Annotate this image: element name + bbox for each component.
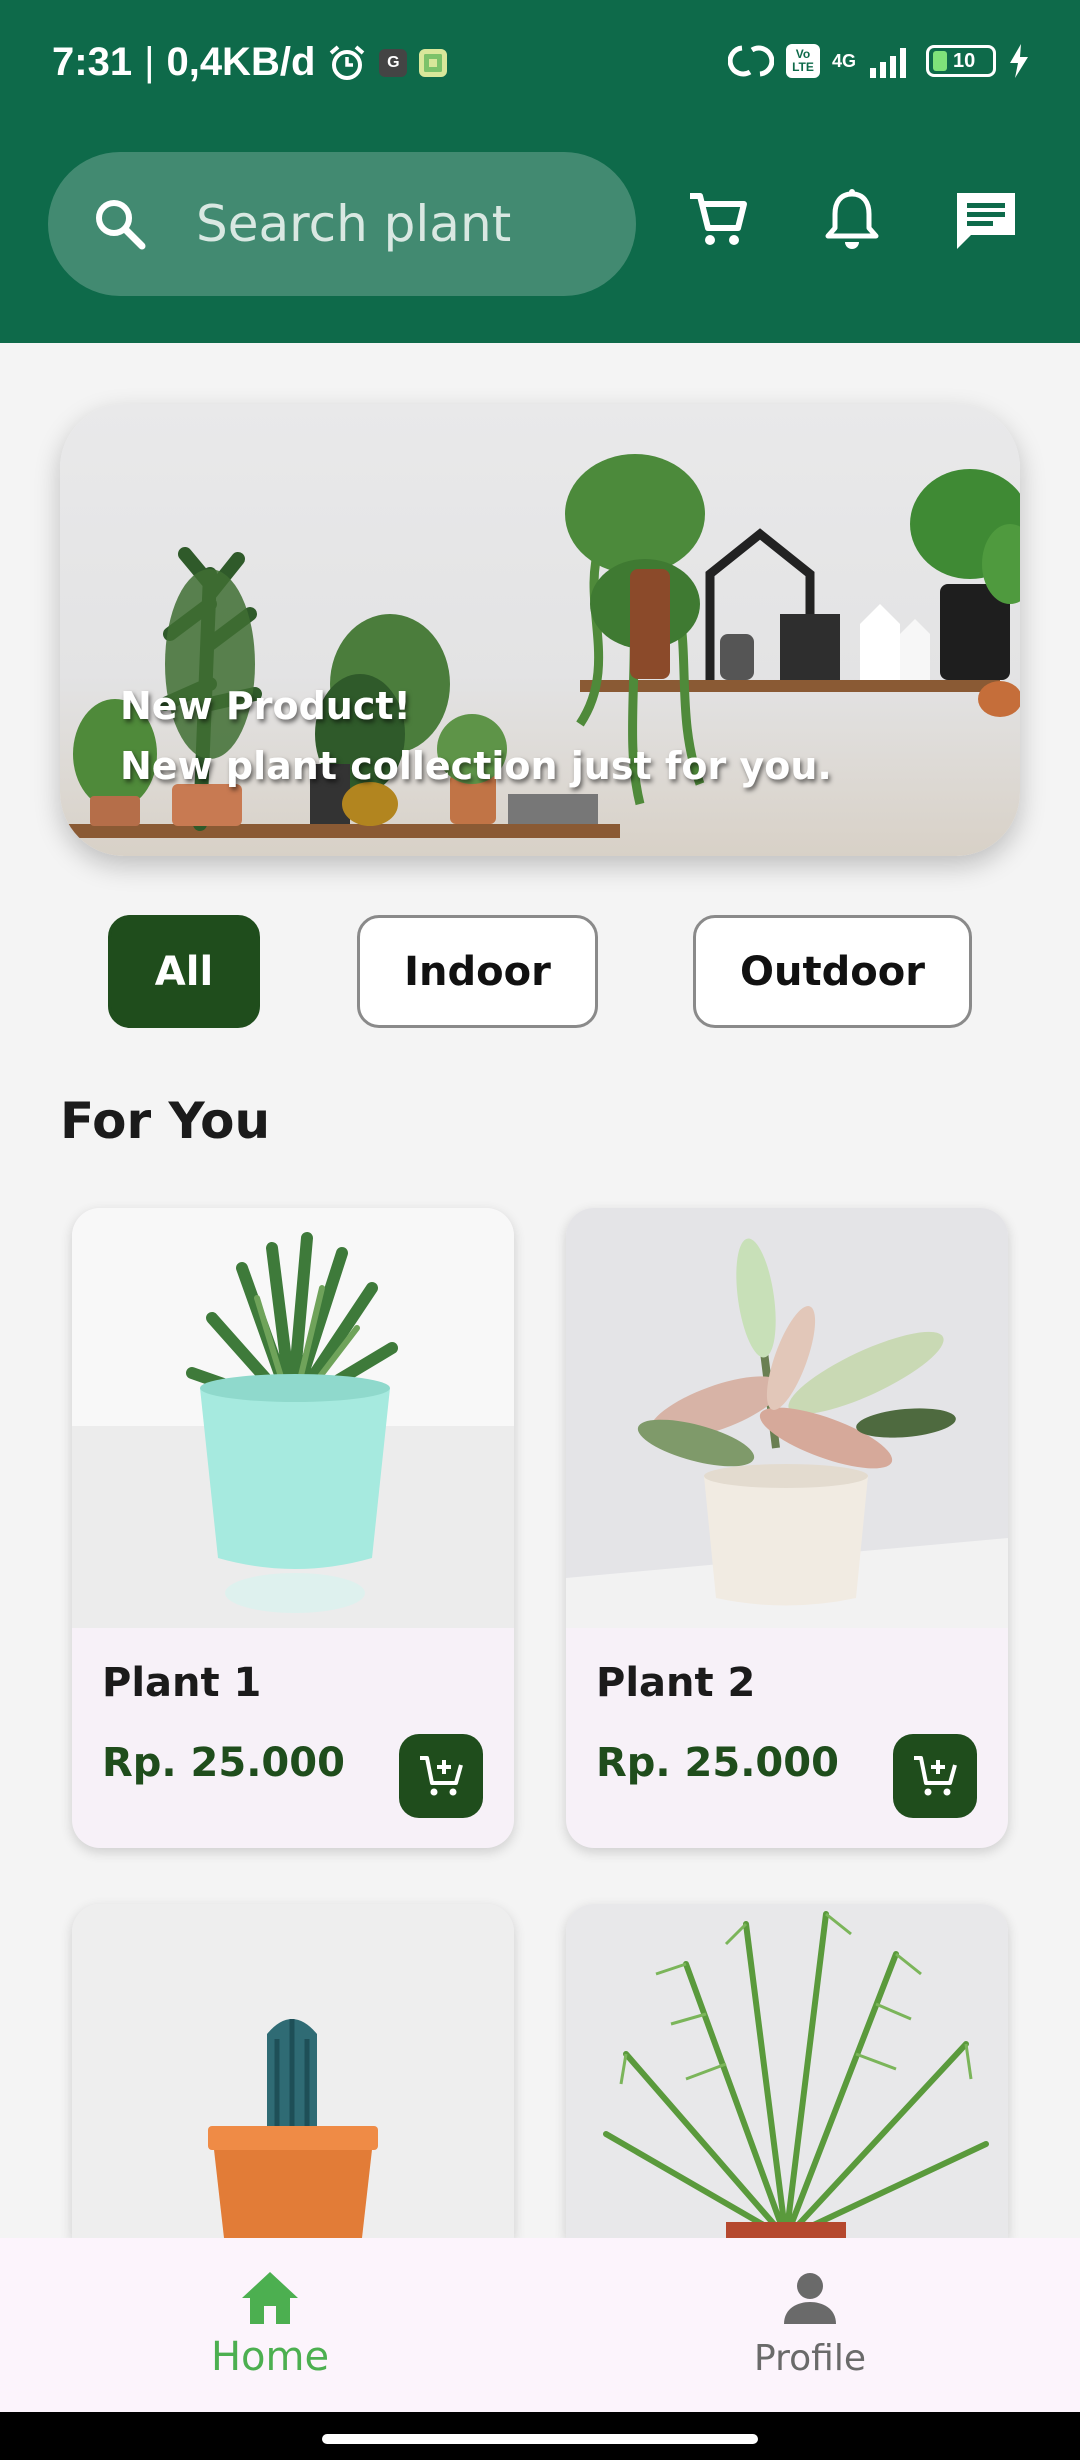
nav-label-home: Home (210, 2334, 330, 2380)
status-time: 7:31 (52, 40, 133, 84)
product-card-plant-3[interactable] (72, 1904, 514, 2238)
product-price: Rp. 25.000 (102, 1740, 345, 1786)
add-to-cart-icon (420, 1756, 463, 1796)
bottom-navigation: Home Profile (0, 2238, 1080, 2412)
network-type: 4G (831, 50, 856, 71)
banner-caption: New Product! New plant collection just f… (120, 676, 832, 796)
product-image (72, 1208, 514, 1628)
product-name: Plant 1 (102, 1660, 262, 1706)
chat-icon (957, 193, 1015, 249)
home-indicator[interactable] (322, 2434, 758, 2444)
product-name: Plant 2 (596, 1660, 756, 1706)
bell-icon (825, 189, 879, 249)
search-icon (96, 200, 146, 250)
product-image (72, 1904, 514, 2238)
search-input[interactable] (196, 195, 616, 253)
product-card-plant-4[interactable] (566, 1904, 1008, 2238)
filter-chip-all[interactable]: All (108, 915, 260, 1028)
nav-profile[interactable]: Profile (540, 2238, 1080, 2412)
banner-subtitle: New plant collection just for you. (120, 744, 832, 788)
nav-home[interactable]: Home (0, 2238, 540, 2412)
product-price: Rp. 25.000 (596, 1740, 839, 1786)
home-icon (242, 2272, 298, 2324)
volte-icon: Vo LTE (785, 44, 820, 78)
add-to-cart-icon (914, 1756, 957, 1796)
cart-icon (690, 193, 747, 245)
search-bar[interactable] (48, 152, 636, 296)
product-card-plant-2[interactable]: Plant 2 Rp. 25.000 (566, 1208, 1008, 1848)
cart-button[interactable] (678, 180, 758, 260)
hotspot-icon (727, 45, 774, 77)
filter-chip-label: Indoor (404, 948, 551, 995)
filter-chip-outdoor[interactable]: Outdoor (693, 915, 972, 1028)
charging-icon (1010, 44, 1028, 78)
product-image (566, 1904, 1008, 2238)
product-image (566, 1208, 1008, 1628)
section-title-for-you: For You (60, 1092, 271, 1150)
4g-signal-icon (870, 48, 906, 78)
banner-title: New Product! (120, 684, 411, 728)
nav-label-profile: Profile (754, 2338, 866, 2379)
promo-banner[interactable]: New Product! New plant collection just f… (60, 404, 1020, 856)
gesture-bar (0, 2412, 1080, 2460)
product-card-plant-1[interactable]: Plant 1 Rp. 25.000 (72, 1208, 514, 1848)
filter-chip-label: All (154, 948, 214, 995)
status-separator: | (144, 40, 155, 84)
notifications-button[interactable] (812, 180, 892, 260)
battery-icon: 10 (926, 45, 996, 77)
battery-level: 10 (953, 49, 976, 72)
alarm-icon (330, 44, 365, 80)
person-icon (784, 2273, 836, 2324)
g-app-icon: G (379, 48, 408, 77)
messages-button[interactable] (946, 180, 1026, 260)
status-bar: 7:31 | 0,4KB/d G Vo LTE 4G 10 (0, 0, 1080, 130)
filter-chip-indoor[interactable]: Indoor (357, 915, 598, 1028)
add-to-cart-button[interactable] (893, 1734, 977, 1818)
app-notification-icon (419, 48, 448, 77)
filter-chip-label: Outdoor (740, 948, 925, 995)
app-header: 7:31 | 0,4KB/d G Vo LTE 4G 10 Search pla… (0, 0, 1080, 343)
status-data-rate: 0,4KB/d (166, 40, 316, 84)
add-to-cart-button[interactable] (399, 1734, 483, 1818)
